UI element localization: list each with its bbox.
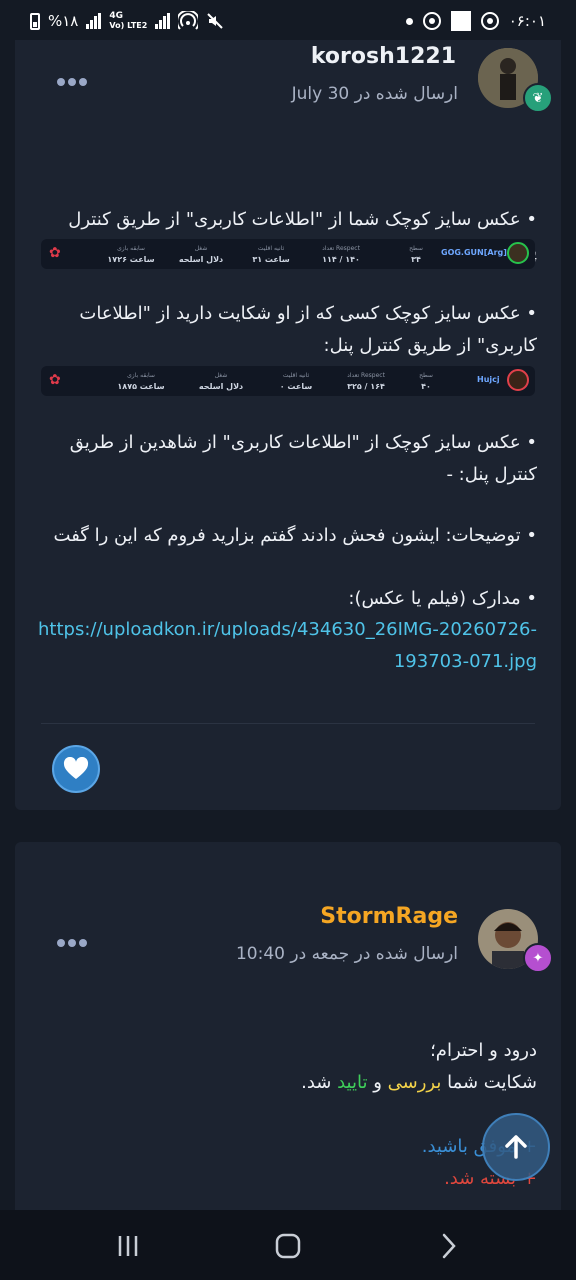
info-cell: شغل دلال اسلحه [198, 372, 244, 391]
user-info-strip: ✿ سابقه بازی ۱۷۲۶ ساعت شغل دلال اسلحه ثانی… [41, 239, 535, 269]
post-body: • توضیحات: ایشون فحش دادند گفتم بزارید ف… [37, 520, 537, 552]
status-text: شکایت شما بررسی و تایید شد. [301, 1072, 537, 1093]
info-cell: سابقه بازی ۱۸۷۵ ساعت [117, 372, 165, 391]
recent-apps-button[interactable] [108, 1232, 148, 1260]
status-bar: %۱۸ 4G Vo) LTE2 ۰۶:۰۱ [0, 0, 576, 40]
chrome-icon-2 [480, 12, 499, 30]
greeting-text: درود و احترام؛ [430, 1040, 537, 1061]
player-avatar [507, 242, 529, 264]
text-line: • توضیحات: ایشون فحش دادند گفتم بزارید ف… [53, 525, 537, 546]
username[interactable]: StormRage [320, 904, 458, 929]
leaf-badge-icon: ❦ [523, 83, 553, 113]
hotspot-icon [178, 11, 199, 30]
username[interactable]: korosh1221 [311, 44, 456, 69]
post-body: • عکس سایز کوچک از "اطلاعات کاربری" از ش… [37, 427, 537, 491]
notification-dot-icon [405, 17, 413, 25]
battery-text: %۱۸ [48, 12, 79, 30]
reply-body: درود و احترام؛ شکایت شما بررسی و تایید ش… [37, 1035, 537, 1195]
text-line: • مدارک (فیلم یا عکس): [348, 588, 537, 609]
back-chevron-icon [442, 1233, 456, 1259]
info-cell: ثانیه اقلیت ۳۱ ساعت [252, 245, 290, 264]
app-icon [450, 11, 471, 31]
more-options-icon[interactable] [57, 78, 87, 86]
heart-icon [63, 757, 89, 779]
chrome-icon [422, 12, 441, 30]
recent-apps-icon [118, 1236, 138, 1256]
like-button[interactable] [52, 745, 100, 793]
post-card: ❦ korosh1221 ارسال شده در 30 July • عکس … [15, 40, 561, 810]
navigation-bar [0, 1210, 576, 1280]
clock: ۰۶:۰۱ [508, 12, 546, 30]
home-icon [275, 1233, 301, 1259]
info-cell: تعداد Respect ۳۲۵ / ۱۶۴ [347, 372, 385, 391]
home-button[interactable] [268, 1232, 308, 1260]
info-cell: شغل دلال اسلحه [178, 245, 224, 264]
info-cell: سطح ۳۴ [409, 245, 423, 264]
mute-icon [207, 13, 224, 29]
text-line: • عکس سایز کوچک از "اطلاعات کاربری" از ش… [69, 432, 537, 485]
network-type: 4G Vo) LTE2 [109, 10, 148, 30]
game-logo-icon: ✿ [49, 372, 61, 388]
info-cell: تعداد Respect ۱۱۴ / ۱۴۰ [322, 245, 360, 264]
approved-text: تایید [337, 1072, 368, 1093]
info-cell: ثانیه اقلیت ۰ ساعت [279, 372, 313, 391]
info-cell: سابقه بازی ۱۷۲۶ ساعت [107, 245, 155, 264]
game-logo-icon: ✿ [49, 245, 61, 261]
player-avatar [507, 369, 529, 391]
badge-icon: ✦ [523, 943, 553, 973]
player-name: Hujcj [477, 375, 500, 384]
reviewed-text: بررسی [387, 1072, 442, 1093]
scroll-top-button[interactable] [482, 1113, 550, 1181]
post-date[interactable]: ارسال شده در جمعه در 10:40 [236, 944, 458, 964]
arrow-up-icon [505, 1135, 527, 1159]
signal-icon-2 [155, 13, 171, 29]
player-name: GOG.GUN[Arg] [441, 248, 507, 257]
reply-card: ✦ StormRage ارسال شده در جمعه در 10:40 د… [15, 842, 561, 1222]
more-options-icon[interactable] [57, 939, 87, 947]
closed-text: + بسته شد. [444, 1168, 537, 1189]
post-body: • عکس سایز کوچک کسی که از او شکایت دارید… [37, 298, 537, 362]
user-info-strip: ✿ سابقه بازی ۱۸۷۵ ساعت شغل دلال اسلحه ثانی… [41, 366, 535, 396]
signal-icon [86, 13, 102, 29]
back-button[interactable] [428, 1232, 468, 1260]
post-date[interactable]: ارسال شده در 30 July [292, 84, 458, 104]
evidence-link[interactable]: https://uploadkon.ir/uploads/434630_26IM… [37, 614, 537, 678]
post-body: • مدارک (فیلم یا عکس): [37, 583, 537, 615]
text-line: • عکس سایز کوچک کسی که از او شکایت دارید… [79, 303, 537, 356]
battery-icon [30, 12, 40, 30]
divider [41, 723, 535, 724]
info-cell: سطح ۴۰ [419, 372, 433, 391]
success-text: + موفق باشید. [421, 1136, 537, 1157]
